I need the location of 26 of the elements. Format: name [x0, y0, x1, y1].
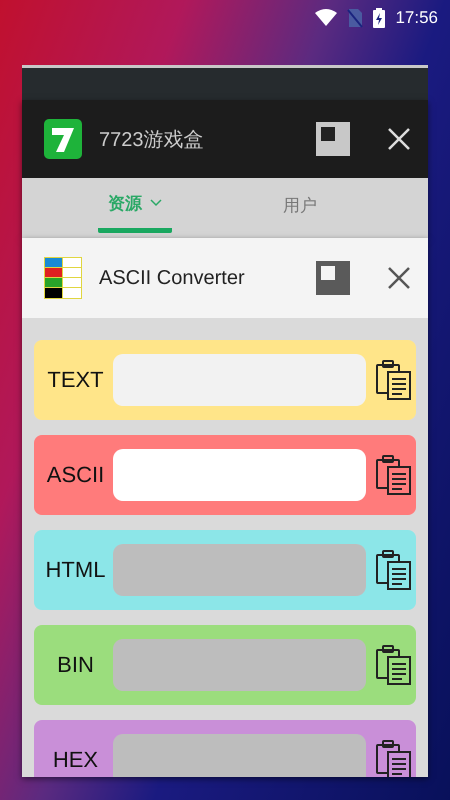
app-icon [44, 119, 82, 159]
tab[interactable]: 资源 [98, 178, 172, 233]
split-screen-button[interactable] [316, 122, 350, 156]
clipboard-icon[interactable] [376, 360, 412, 400]
app-icon [44, 257, 82, 299]
split-screen-icon [316, 122, 350, 156]
clock-time: 17:56 [395, 8, 438, 28]
split-screen-button[interactable] [316, 261, 350, 295]
row-label: ASCII [46, 462, 106, 488]
app-title: ASCII Converter [99, 266, 246, 290]
close-icon [388, 128, 410, 150]
close-icon [388, 267, 410, 289]
row-label: TEXT [46, 367, 105, 393]
row-label: BIN [56, 652, 95, 678]
row-label: HEX [52, 747, 100, 773]
row-label: HTML [44, 557, 106, 583]
app-title: 7723游戏盒 [99, 128, 204, 152]
clipboard-icon[interactable] [376, 455, 412, 495]
battery-charging-icon [373, 8, 386, 28]
close-button[interactable] [388, 267, 410, 289]
tab[interactable]: 用户 [172, 178, 428, 238]
no-sim-icon [347, 8, 364, 28]
wifi-icon [315, 9, 338, 27]
input-field[interactable] [113, 354, 366, 406]
input-field[interactable] [113, 449, 366, 501]
split-screen-icon [316, 261, 350, 295]
